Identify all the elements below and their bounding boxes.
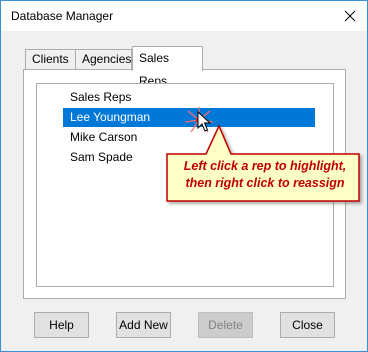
tab-label: Agencies — [82, 52, 132, 66]
callout-line-1: Left click a rep to highlight, — [183, 159, 347, 173]
help-button-label: Help — [49, 318, 74, 332]
database-manager-window: Database Manager Clients Agencies Sales … — [0, 0, 368, 352]
list-item-label: Lee Youngman — [70, 110, 151, 124]
close-button[interactable]: Close — [280, 312, 335, 338]
mouse-pointer-icon — [197, 111, 211, 132]
delete-button-label: Delete — [208, 318, 243, 332]
delete-button[interactable]: Delete — [198, 312, 253, 338]
close-icon — [344, 10, 356, 22]
callout-line-2: then right click to reassign — [185, 176, 345, 190]
window-close-button[interactable] — [333, 1, 367, 31]
add-new-button-label: Add New — [119, 318, 168, 332]
list-item-label: Sam Spade — [70, 150, 133, 164]
tab-label: Clients — [32, 52, 69, 66]
list-item-label: Mike Carson — [70, 130, 138, 144]
title-bar: Database Manager — [1, 1, 367, 31]
window-title: Database Manager — [11, 9, 114, 23]
list-header: Sales Reps — [70, 90, 132, 104]
help-button[interactable]: Help — [34, 312, 89, 338]
tab-clients[interactable]: Clients — [25, 49, 76, 70]
close-button-label: Close — [292, 318, 323, 332]
callout-text: Left click a rep to highlight, then righ… — [169, 158, 361, 192]
tab-agencies[interactable]: Agencies — [75, 49, 132, 70]
tab-sales-reps[interactable]: Sales Reps — [132, 46, 203, 88]
add-new-button[interactable]: Add New — [116, 312, 171, 338]
